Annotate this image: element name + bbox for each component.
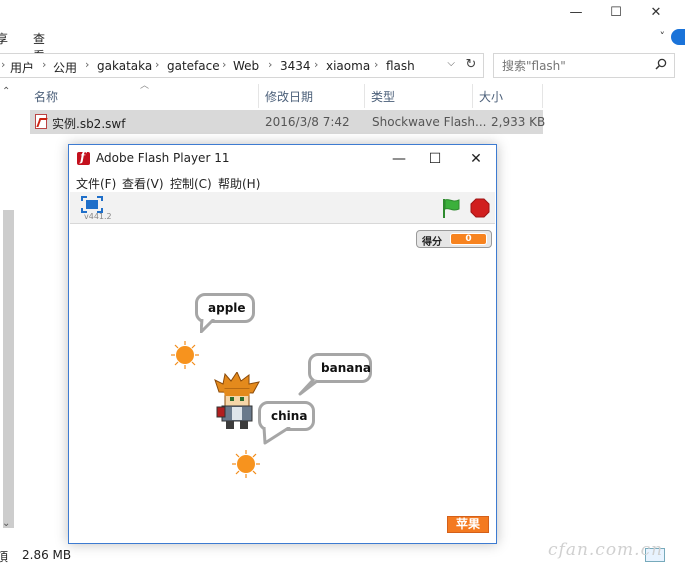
breadcrumb-separator[interactable]: › — [42, 58, 46, 71]
column-header-type[interactable]: 类型 — [371, 88, 395, 105]
flash-title-bar[interactable]: Adobe Flash Player 11 — ☐ ✕ — [69, 145, 496, 173]
breadcrumb-separator[interactable]: › — [85, 58, 89, 71]
player-version: v441.2 — [84, 212, 112, 221]
address-row: › 用户 › 公用 › gakataka › gateface › Web › … — [0, 53, 685, 78]
breadcrumb-separator[interactable]: › — [222, 58, 226, 71]
column-divider[interactable] — [258, 84, 259, 108]
scroll-down-arrow-icon[interactable]: ⌄ — [2, 518, 10, 529]
column-header-modified[interactable]: 修改日期 — [265, 88, 313, 105]
breadcrumb-web[interactable]: Web — [233, 59, 259, 73]
file-name: 实例.sb2.swf — [52, 117, 126, 131]
flash-logo-icon — [77, 150, 90, 165]
breadcrumb-gakataka[interactable]: gakataka — [97, 59, 152, 73]
nav-scrollbar-thumb[interactable] — [3, 210, 14, 528]
column-divider[interactable] — [472, 84, 473, 108]
fullscreen-icon[interactable] — [81, 196, 103, 213]
score-monitor[interactable]: 得分 0 — [416, 230, 492, 248]
breadcrumb-public[interactable]: 公用 — [53, 59, 77, 76]
breadcrumb-separator[interactable]: › — [155, 58, 159, 71]
scratch-player: v441.2 得分 0 apple banana china 苹果 — [70, 192, 495, 540]
ribbon-toggle-icon[interactable]: ˅ — [660, 30, 666, 43]
address-bar[interactable]: › 用户 › 公用 › gakataka › gateface › Web › … — [0, 53, 484, 78]
file-type: Shockwave Flash... — [372, 115, 487, 129]
breadcrumb-gateface[interactable]: gateface — [167, 59, 220, 73]
flash-menu-bar: 文件(F) 查看(V) 控制(C) 帮助(H) — [69, 173, 496, 193]
menu-control[interactable]: 控制(C) — [170, 175, 212, 192]
breadcrumb-separator: › — [1, 58, 6, 71]
score-value: 0 — [450, 233, 487, 245]
breadcrumb-xiaoma[interactable]: xiaoma — [326, 59, 370, 73]
menu-file[interactable]: 文件(F) — [76, 175, 116, 192]
explorer-window-controls: — ☐ ✕ — [565, 0, 685, 28]
file-size: 2,933 KB — [491, 115, 546, 129]
explorer-maximize-button[interactable]: ☐ — [605, 4, 627, 22]
search-box[interactable] — [493, 53, 675, 78]
breadcrumb-separator[interactable]: › — [268, 58, 272, 71]
ribbon-tab-share[interactable]: 享 — [0, 30, 8, 47]
column-divider[interactable] — [364, 84, 365, 108]
bubble-text: china — [271, 409, 308, 423]
breadcrumb-3434[interactable]: 3434 — [280, 59, 311, 73]
bubble-text: banana — [321, 361, 371, 375]
address-history-chevron-icon[interactable]: ⌵ — [447, 58, 455, 69]
bubble-text: apple — [208, 301, 246, 315]
scratch-stage[interactable]: 得分 0 apple banana china 苹果 — [70, 225, 495, 537]
scroll-up-arrow-icon[interactable]: ⌃ — [2, 86, 10, 97]
bubble-tail — [262, 427, 291, 445]
green-flag-icon[interactable] — [441, 197, 461, 219]
search-input[interactable] — [502, 58, 642, 74]
explorer-minimize-button[interactable]: — — [565, 4, 587, 22]
sort-ascending-icon: ︿ — [140, 81, 150, 91]
menu-view[interactable]: 查看(V) — [122, 175, 164, 192]
bubble-tail — [298, 379, 318, 396]
stop-sign-icon[interactable] — [470, 198, 490, 218]
apple-button[interactable]: 苹果 — [447, 516, 489, 533]
flash-minimize-button[interactable]: — — [389, 150, 409, 168]
search-icon[interactable] — [655, 58, 667, 70]
column-divider[interactable] — [542, 84, 543, 108]
watermark: cfan.com.cn — [548, 540, 664, 560]
column-header-size[interactable]: 大小 — [479, 88, 503, 105]
column-header-name[interactable]: 名称 — [34, 88, 58, 105]
flash-player-window: Adobe Flash Player 11 — ☐ ✕ 文件(F) 查看(V) … — [68, 144, 497, 544]
file-list-row[interactable]: 实例.sb2.swf 2016/3/8 7:42 Shockwave Flash… — [30, 110, 546, 134]
help-icon[interactable] — [671, 29, 685, 45]
flash-maximize-button[interactable]: ☐ — [425, 150, 445, 168]
swf-file-icon — [35, 114, 47, 129]
flash-close-button[interactable]: ✕ — [466, 150, 486, 168]
status-selection-size: 2.86 MB — [22, 548, 72, 562]
breadcrumb-separator[interactable]: › — [374, 58, 378, 71]
status-item-count: 頂 — [0, 550, 9, 564]
score-label: 得分 — [422, 237, 442, 248]
breadcrumb-users[interactable]: 用户 — [10, 59, 34, 76]
sun-icon[interactable] — [231, 449, 261, 479]
scratch-toolbar: v441.2 — [70, 192, 495, 224]
flash-window-title: Adobe Flash Player 11 — [96, 151, 230, 165]
explorer-close-button[interactable]: ✕ — [645, 4, 667, 22]
column-headers: ︿ 名称 修改日期 类型 大小 — [29, 81, 543, 108]
bubble-tail — [200, 319, 216, 333]
breadcrumb-flash[interactable]: flash — [386, 59, 415, 73]
character-sprite[interactable] — [213, 372, 261, 432]
sun-icon[interactable] — [170, 340, 200, 370]
file-modified: 2016/3/8 7:42 — [265, 115, 350, 129]
refresh-icon[interactable]: ↻ — [462, 56, 480, 74]
breadcrumb-separator[interactable]: › — [314, 58, 318, 71]
menu-help[interactable]: 帮助(H) — [218, 175, 260, 192]
